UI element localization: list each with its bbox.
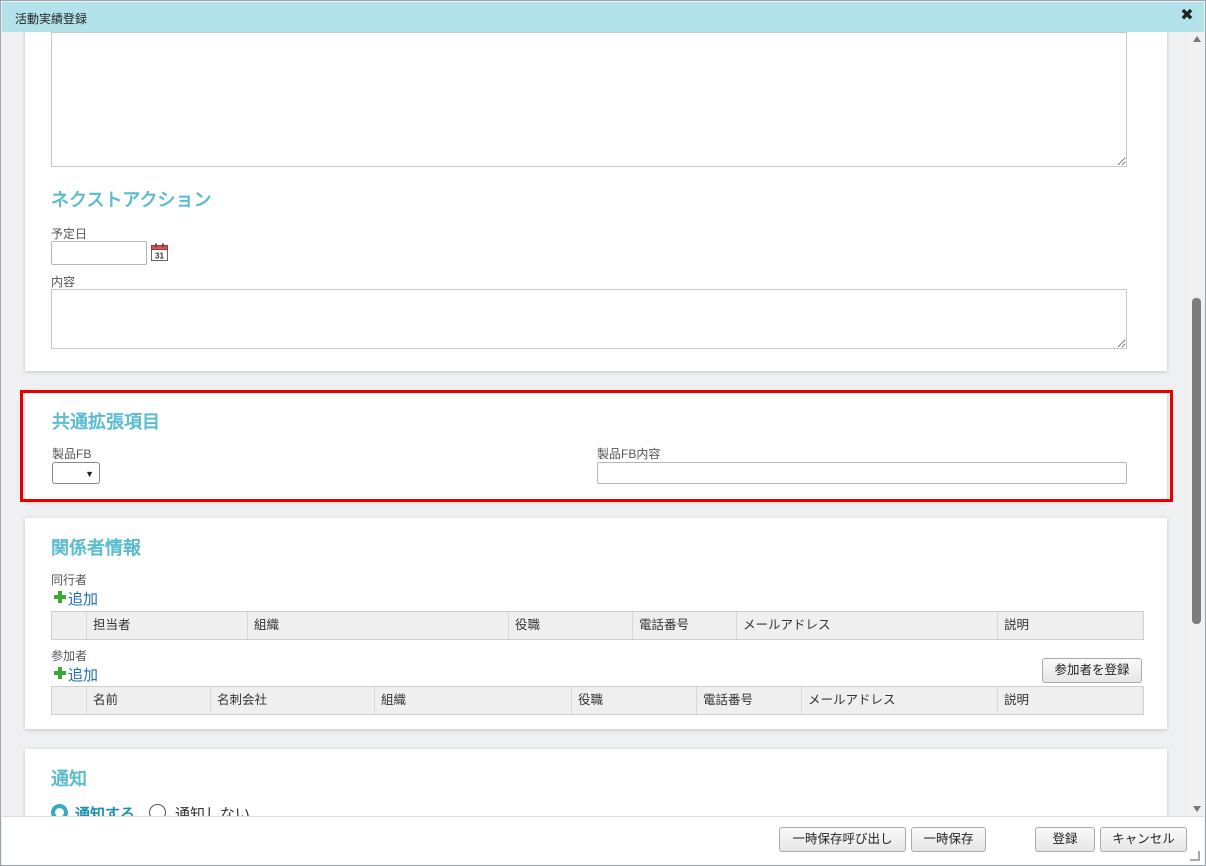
notify-off-radio[interactable] [149, 804, 166, 816]
highlight-frame [20, 390, 1173, 502]
add-participant-link[interactable]: 追加 [53, 664, 113, 684]
calendar-icon[interactable]: 31 [151, 243, 168, 261]
register-button[interactable]: 登録 [1035, 827, 1095, 852]
participant-col-name[interactable]: 名前 [87, 687, 211, 714]
participant-select-col [52, 687, 87, 714]
next-action-content-textarea[interactable] [51, 289, 1127, 349]
card-next-action: ネクストアクション 予定日 31 内容 [25, 32, 1167, 371]
scroll-up-icon[interactable] [1193, 36, 1201, 42]
card-notify: 通知 通知する 通知しない [25, 749, 1167, 816]
card-related: 関係者情報 同行者 追加 担当者 組織 役職 電話番号 メールアドレス 説明 参… [25, 518, 1167, 729]
companion-col-email[interactable]: メールアドレス [737, 612, 998, 639]
plus-icon [53, 590, 67, 604]
companions-label: 同行者 [51, 573, 88, 587]
participant-col-title[interactable]: 役職 [572, 687, 697, 714]
participant-col-company[interactable]: 名刺会社 [211, 687, 375, 714]
participants-table-header: 名前 名刺会社 組織 役職 電話番号 メールアドレス 説明 [51, 686, 1144, 715]
svg-text:31: 31 [155, 252, 164, 261]
next-action-title: ネクストアクション [51, 190, 212, 210]
notify-title: 通知 [51, 769, 87, 789]
companion-col-owner[interactable]: 担当者 [87, 612, 248, 639]
participant-col-desc[interactable]: 説明 [998, 687, 1143, 714]
previous-content-textarea[interactable] [51, 32, 1127, 167]
participants-label: 参加者 [51, 649, 88, 663]
notify-off-label[interactable]: 通知しない [175, 803, 250, 816]
register-participant-button[interactable]: 参加者を登録 [1042, 658, 1142, 683]
cancel-button[interactable]: キャンセル [1100, 827, 1187, 852]
participant-col-org[interactable]: 組織 [375, 687, 572, 714]
add-companion-link[interactable]: 追加 [53, 588, 113, 608]
companion-col-org[interactable]: 組織 [248, 612, 509, 639]
dialog-title: 活動実績登録 [15, 12, 88, 26]
vertical-scrollbar[interactable] [1190, 32, 1204, 816]
notify-on-radio[interactable] [51, 804, 68, 816]
companion-col-phone[interactable]: 電話番号 [633, 612, 737, 639]
scroll-down-icon[interactable] [1193, 806, 1201, 812]
participant-col-phone[interactable]: 電話番号 [697, 687, 802, 714]
scroll-thumb[interactable] [1192, 298, 1201, 624]
companions-table-header: 担当者 組織 役職 電話番号 メールアドレス 説明 [51, 611, 1144, 640]
companion-select-col [52, 612, 87, 639]
companion-col-title[interactable]: 役職 [509, 612, 633, 639]
title-bar: 活動実績登録 ✖ [2, 2, 1204, 32]
related-title: 関係者情報 [51, 538, 141, 558]
resize-grip-icon[interactable] [1190, 851, 1200, 861]
date-input[interactable] [51, 241, 147, 265]
date-label: 予定日 [51, 227, 88, 241]
companion-col-desc[interactable]: 説明 [998, 612, 1143, 639]
plus-icon [53, 666, 67, 680]
dialog-footer: 一時保存呼び出し 一時保存 登録 キャンセル [2, 816, 1204, 865]
content-label: 内容 [51, 275, 76, 289]
notify-on-label[interactable]: 通知する [75, 803, 135, 816]
recall-temp-save-button[interactable]: 一時保存呼び出し [779, 827, 906, 852]
close-icon[interactable]: ✖ [1178, 7, 1196, 25]
activity-dialog: 活動実績登録 ✖ ネクストアクション 予定日 31 内容 共通拡張項目 製品FB [0, 0, 1206, 866]
dialog-content: ネクストアクション 予定日 31 内容 共通拡張項目 製品FB ▼ 製品FB内容 [2, 32, 1190, 816]
participant-col-email[interactable]: メールアドレス [802, 687, 998, 714]
temp-save-button[interactable]: 一時保存 [911, 827, 986, 852]
